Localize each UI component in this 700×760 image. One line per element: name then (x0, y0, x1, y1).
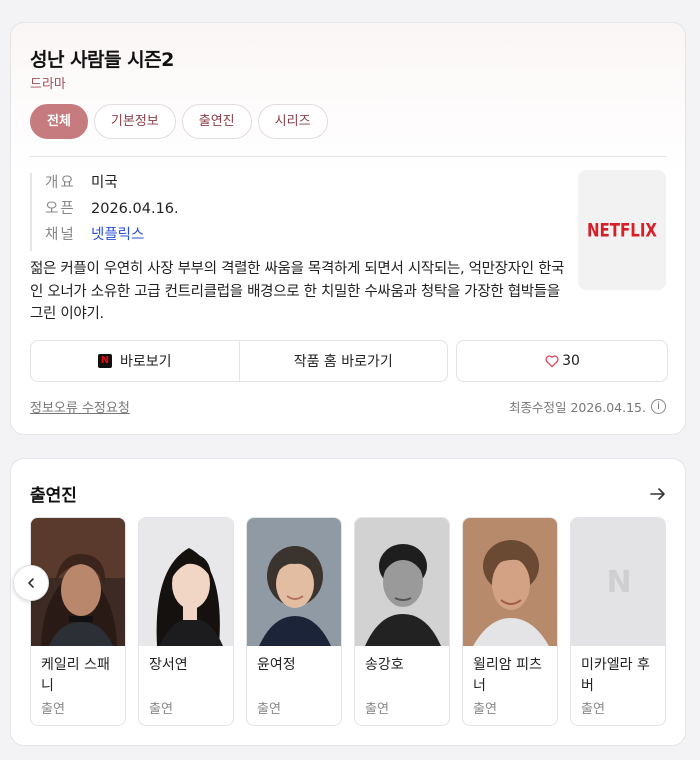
cast-member[interactable]: 송강호 출연 (354, 517, 450, 726)
report-error-link[interactable]: 정보오류 수정요청 (30, 397, 130, 416)
divider (30, 156, 666, 157)
fact-value: 미국 (91, 175, 118, 191)
cast-member[interactable]: 케일리 스패니 출연 (30, 517, 126, 726)
fact-channel: 채널 넷플릭스 (45, 225, 179, 251)
last-updated-text: 최종수정일 2026.04.15. (508, 400, 646, 415)
series-info-card: 성난 사람들 시즌2 드라마 전체 기본정보 출연진 시리즈 개요 미국 오픈 … (10, 22, 686, 435)
cast-card: 출연진 케일리 스패니 출연 장서연 출연 윤여정 출연 송강호 출연 윌리암 … (10, 458, 686, 746)
fact-open-date: 오픈 2026.04.16. (45, 199, 179, 225)
fact-overview: 개요 미국 (45, 173, 179, 199)
cast-name: 장서연 (149, 657, 188, 673)
tab-basic-info[interactable]: 기본정보 (93, 104, 176, 139)
fact-value: 2026.04.16. (91, 201, 179, 217)
fact-key: 개요 (45, 175, 76, 191)
netflix-icon: N (97, 354, 112, 368)
cast-section-title: 출연진 (30, 486, 77, 506)
cast-member[interactable]: 장서연 출연 (138, 517, 234, 726)
fact-list: 개요 미국 오픈 2026.04.16. 채널 넷플릭스 (30, 173, 179, 251)
cast-photo (247, 518, 341, 646)
fact-key: 채널 (45, 227, 76, 243)
cast-role: 출연 (365, 702, 389, 717)
carousel-prev-button[interactable] (13, 565, 49, 601)
arrow-right-icon[interactable] (649, 485, 667, 503)
cast-role: 출연 (41, 702, 65, 717)
cast-photo (139, 518, 233, 646)
tab-cast[interactable]: 출연진 (181, 104, 252, 139)
fact-key: 오픈 (45, 201, 76, 217)
cast-list: 케일리 스패니 출연 장서연 출연 윤여정 출연 송강호 출연 윌리암 피츠너 … (30, 517, 666, 726)
netflix-logo-text: NETFLIX (587, 218, 657, 242)
cast-role: 출연 (581, 702, 605, 717)
watch-now-button[interactable]: N 바로보기 (31, 341, 239, 381)
netflix-logo[interactable]: NETFLIX (578, 170, 666, 290)
cast-name: 미카엘라 후버 (581, 657, 650, 694)
cast-member[interactable]: N 미카엘라 후버 출연 (570, 517, 666, 726)
cast-role: 출연 (257, 702, 281, 717)
series-genre: 드라마 (30, 77, 66, 92)
last-updated: 최종수정일 2026.04.15. i (509, 397, 666, 416)
cast-role: 출연 (473, 702, 497, 717)
work-home-button[interactable]: 작품 홈 바로가기 (238, 341, 448, 381)
cast-member[interactable]: 윤여정 출연 (246, 517, 342, 726)
cast-role: 출연 (149, 702, 173, 717)
placeholder-logo: N (606, 564, 632, 600)
channel-link[interactable]: 넷플릭스 (91, 225, 144, 251)
cast-name: 케일리 스패니 (41, 657, 110, 694)
cast-photo (355, 518, 449, 646)
series-description: 젊은 커플이 우연히 사장 부부의 격렬한 싸움을 목격하게 되면서 시작되는,… (30, 261, 565, 322)
action-group: N 바로보기 작품 홈 바로가기 (30, 340, 448, 382)
watch-now-label: 바로보기 (119, 354, 172, 370)
cast-photo-placeholder: N (571, 518, 665, 646)
info-icon[interactable]: i (651, 399, 666, 414)
cast-name: 윤여정 (257, 657, 296, 673)
like-button[interactable]: 30 (456, 340, 668, 382)
cast-name: 윌리암 피츠너 (473, 657, 542, 694)
cast-name: 송강호 (365, 657, 404, 673)
heart-icon (545, 355, 559, 368)
series-title: 성난 사람들 시즌2 (30, 49, 174, 71)
tab-all[interactable]: 전체 (30, 104, 88, 139)
tab-series[interactable]: 시리즈 (257, 104, 328, 139)
chevron-left-icon (28, 578, 34, 588)
cast-member[interactable]: 윌리암 피츠너 출연 (462, 517, 558, 726)
cast-photo (463, 518, 557, 646)
like-count: 30 (562, 353, 580, 369)
work-home-label: 작품 홈 바로가기 (293, 354, 393, 370)
info-tabs: 전체 기본정보 출연진 시리즈 (30, 104, 328, 139)
